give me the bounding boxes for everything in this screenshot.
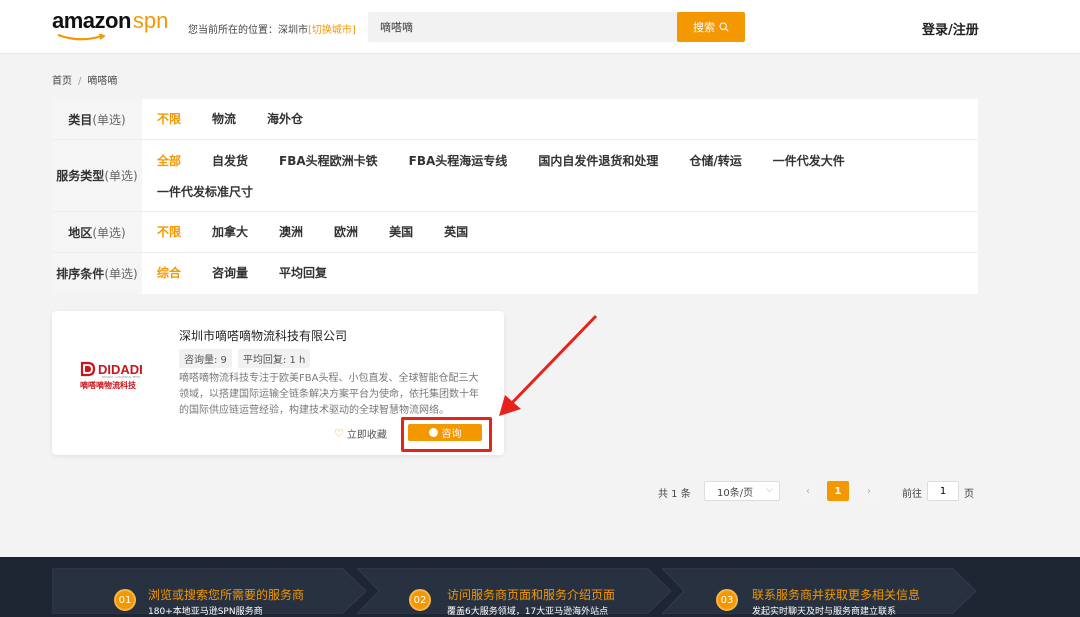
provider-logo: DIDADI DIDADI · LOGISTICS TECH 嘀嗒嘀物流科技: [80, 361, 150, 391]
filter-option[interactable]: FBA头程海运专线: [409, 146, 508, 177]
highlight-box: [401, 417, 492, 452]
amazon-smile-icon: [57, 34, 106, 41]
breadcrumb-current: 嘀嗒嘀: [87, 76, 118, 87]
filter-panel: 类目 (单选) 不限 物流 海外仓 服务类型 (单选) 全部 自发货 FBA头程欧洲…: [52, 99, 978, 294]
filter-row-category: 类目 (单选) 不限 物流 海外仓: [52, 99, 978, 140]
step-title: 联系服务商并获取更多相关信息: [752, 588, 921, 602]
filter-option[interactable]: 平均回复: [279, 253, 327, 294]
chevron-down-icon: ⌵: [766, 485, 773, 495]
footer-step-1: 01 浏览或搜索您所需要的服务商 180+本地亚马逊SPN服务商: [52, 568, 368, 617]
heart-icon: ♡: [334, 427, 344, 440]
search-icon: [719, 22, 729, 32]
search-button[interactable]: 搜索: [677, 12, 745, 42]
step-title: 访问服务商页面和服务介绍页面: [447, 588, 616, 602]
provider-logo-subtext: DIDADI · LOGISTICS TECH: [102, 375, 141, 379]
prev-page-button[interactable]: ‹: [798, 481, 818, 501]
filter-row-service-type: 服务类型 (单选) 全部 自发货 FBA头程欧洲卡铁 FBA头程海运专线 国内自发…: [52, 140, 978, 212]
search-button-label: 搜索: [693, 21, 715, 34]
provider-description: 嘀嗒嘀物流科技专注于欧美FBA头程、小包直发、全球智能仓配三大领域，以搭建国际运…: [179, 373, 479, 416]
page-suffix-label: 页: [964, 489, 974, 500]
current-location: 您当前所在的位置：深圳市[切换城市]: [188, 21, 356, 36]
filter-label: 服务类型 (单选): [52, 140, 142, 211]
goto-page-input[interactable]: [927, 481, 959, 501]
filter-option[interactable]: 咨询量: [212, 253, 248, 294]
filter-label: 类目 (单选): [52, 99, 142, 139]
breadcrumb-home[interactable]: 首页: [52, 76, 72, 87]
filter-option[interactable]: 不限: [157, 212, 181, 253]
step-title: 浏览或搜索您所需要的服务商: [148, 588, 305, 602]
filter-option[interactable]: 海外仓: [267, 99, 303, 140]
pagination: 共 1 条 10条/页 ⌵ ‹ 1 › 前往 页: [0, 481, 1080, 501]
footer-step-2: 02 访问服务商页面和服务介绍页面 覆盖6大服务领域，17大亚马逊海外站点: [357, 568, 673, 617]
logo-spn-text: spn: [132, 8, 169, 33]
filter-option[interactable]: 一件代发大件: [773, 146, 845, 177]
goto-label: 前往: [902, 489, 922, 500]
step-subtitle: 发起实时聊天及时与服务商建立联系: [752, 607, 897, 617]
page-size-select[interactable]: 10条/页 ⌵: [704, 481, 780, 501]
filter-option[interactable]: 不限: [157, 99, 181, 140]
page-size-value: 10条/页: [717, 487, 754, 499]
filter-option[interactable]: 综合: [157, 253, 181, 294]
next-page-button[interactable]: ›: [859, 481, 879, 501]
amazon-spn-logo[interactable]: amazon spn: [52, 8, 168, 42]
footer-step-3: 03 联系服务商并获取更多相关信息 发起实时聊天及时与服务商建立联系: [662, 568, 978, 617]
breadcrumb: 首页 / 嘀嗒嘀: [52, 72, 117, 87]
filter-option[interactable]: FBA头程欧洲卡铁: [279, 146, 378, 177]
consult-count-badge: 咨询量: 9: [179, 349, 232, 368]
favorite-button[interactable]: ♡ 立即收藏: [334, 426, 387, 441]
filter-row-region: 地区 (单选) 不限 加拿大 澳洲 欧洲 美国 英国: [52, 212, 978, 253]
filter-option[interactable]: 英国: [444, 212, 468, 253]
switch-city-link[interactable]: [切换城市]: [308, 25, 356, 36]
total-count: 共 1 条: [658, 489, 691, 500]
breadcrumb-separator: /: [78, 76, 82, 87]
step-number-badge: 02: [409, 589, 431, 611]
search-box: [368, 12, 678, 42]
favorite-label: 立即收藏: [346, 430, 387, 441]
logo-amazon-text: amazon: [52, 8, 131, 33]
login-register-link[interactable]: 登录/注册: [922, 19, 979, 38]
annotation-arrow-icon: [499, 314, 598, 416]
filter-option[interactable]: 加拿大: [212, 212, 248, 253]
filter-option[interactable]: 美国: [389, 212, 413, 253]
provider-stats: 咨询量: 9 平均回复: 1 h: [179, 349, 311, 368]
filter-option[interactable]: 物流: [212, 99, 236, 140]
didadi-logo-icon: [80, 361, 96, 377]
filter-option[interactable]: 自发货: [212, 146, 248, 177]
filter-option[interactable]: 澳洲: [279, 212, 303, 253]
provider-logo-cn: 嘀嗒嘀物流科技: [80, 381, 136, 390]
filter-option[interactable]: 国内自发件退货和处理: [538, 146, 658, 177]
search-input[interactable]: [368, 12, 668, 42]
filter-option[interactable]: 全部: [157, 146, 181, 177]
filter-option[interactable]: 欧洲: [334, 212, 358, 253]
filter-label: 地区 (单选): [52, 212, 142, 252]
step-number-badge: 01: [114, 589, 136, 611]
filter-option[interactable]: 一件代发标准尺寸: [157, 177, 253, 208]
filter-option[interactable]: 仓储/转运: [689, 146, 741, 177]
footer-steps: 01 浏览或搜索您所需要的服务商 180+本地亚马逊SPN服务商 02 访问服务…: [0, 557, 1080, 617]
step-subtitle: 覆盖6大服务领域，17大亚马逊海外站点: [447, 607, 609, 617]
step-number-badge: 03: [716, 589, 738, 611]
location-text: 您当前所在的位置：深圳市: [188, 25, 308, 36]
filter-row-sort: 排序条件 (单选) 综合 咨询量 平均回复: [52, 253, 978, 294]
top-header: amazon spn 您当前所在的位置：深圳市[切换城市] 搜索 登录/注册: [0, 0, 1080, 54]
step-subtitle: 180+本地亚马逊SPN服务商: [148, 607, 263, 617]
provider-name[interactable]: 深圳市嘀嗒嘀物流科技有限公司: [179, 327, 347, 344]
avg-reply-badge: 平均回复: 1 h: [237, 349, 311, 368]
page-number-current[interactable]: 1: [827, 481, 849, 501]
filter-label: 排序条件 (单选): [52, 253, 142, 294]
